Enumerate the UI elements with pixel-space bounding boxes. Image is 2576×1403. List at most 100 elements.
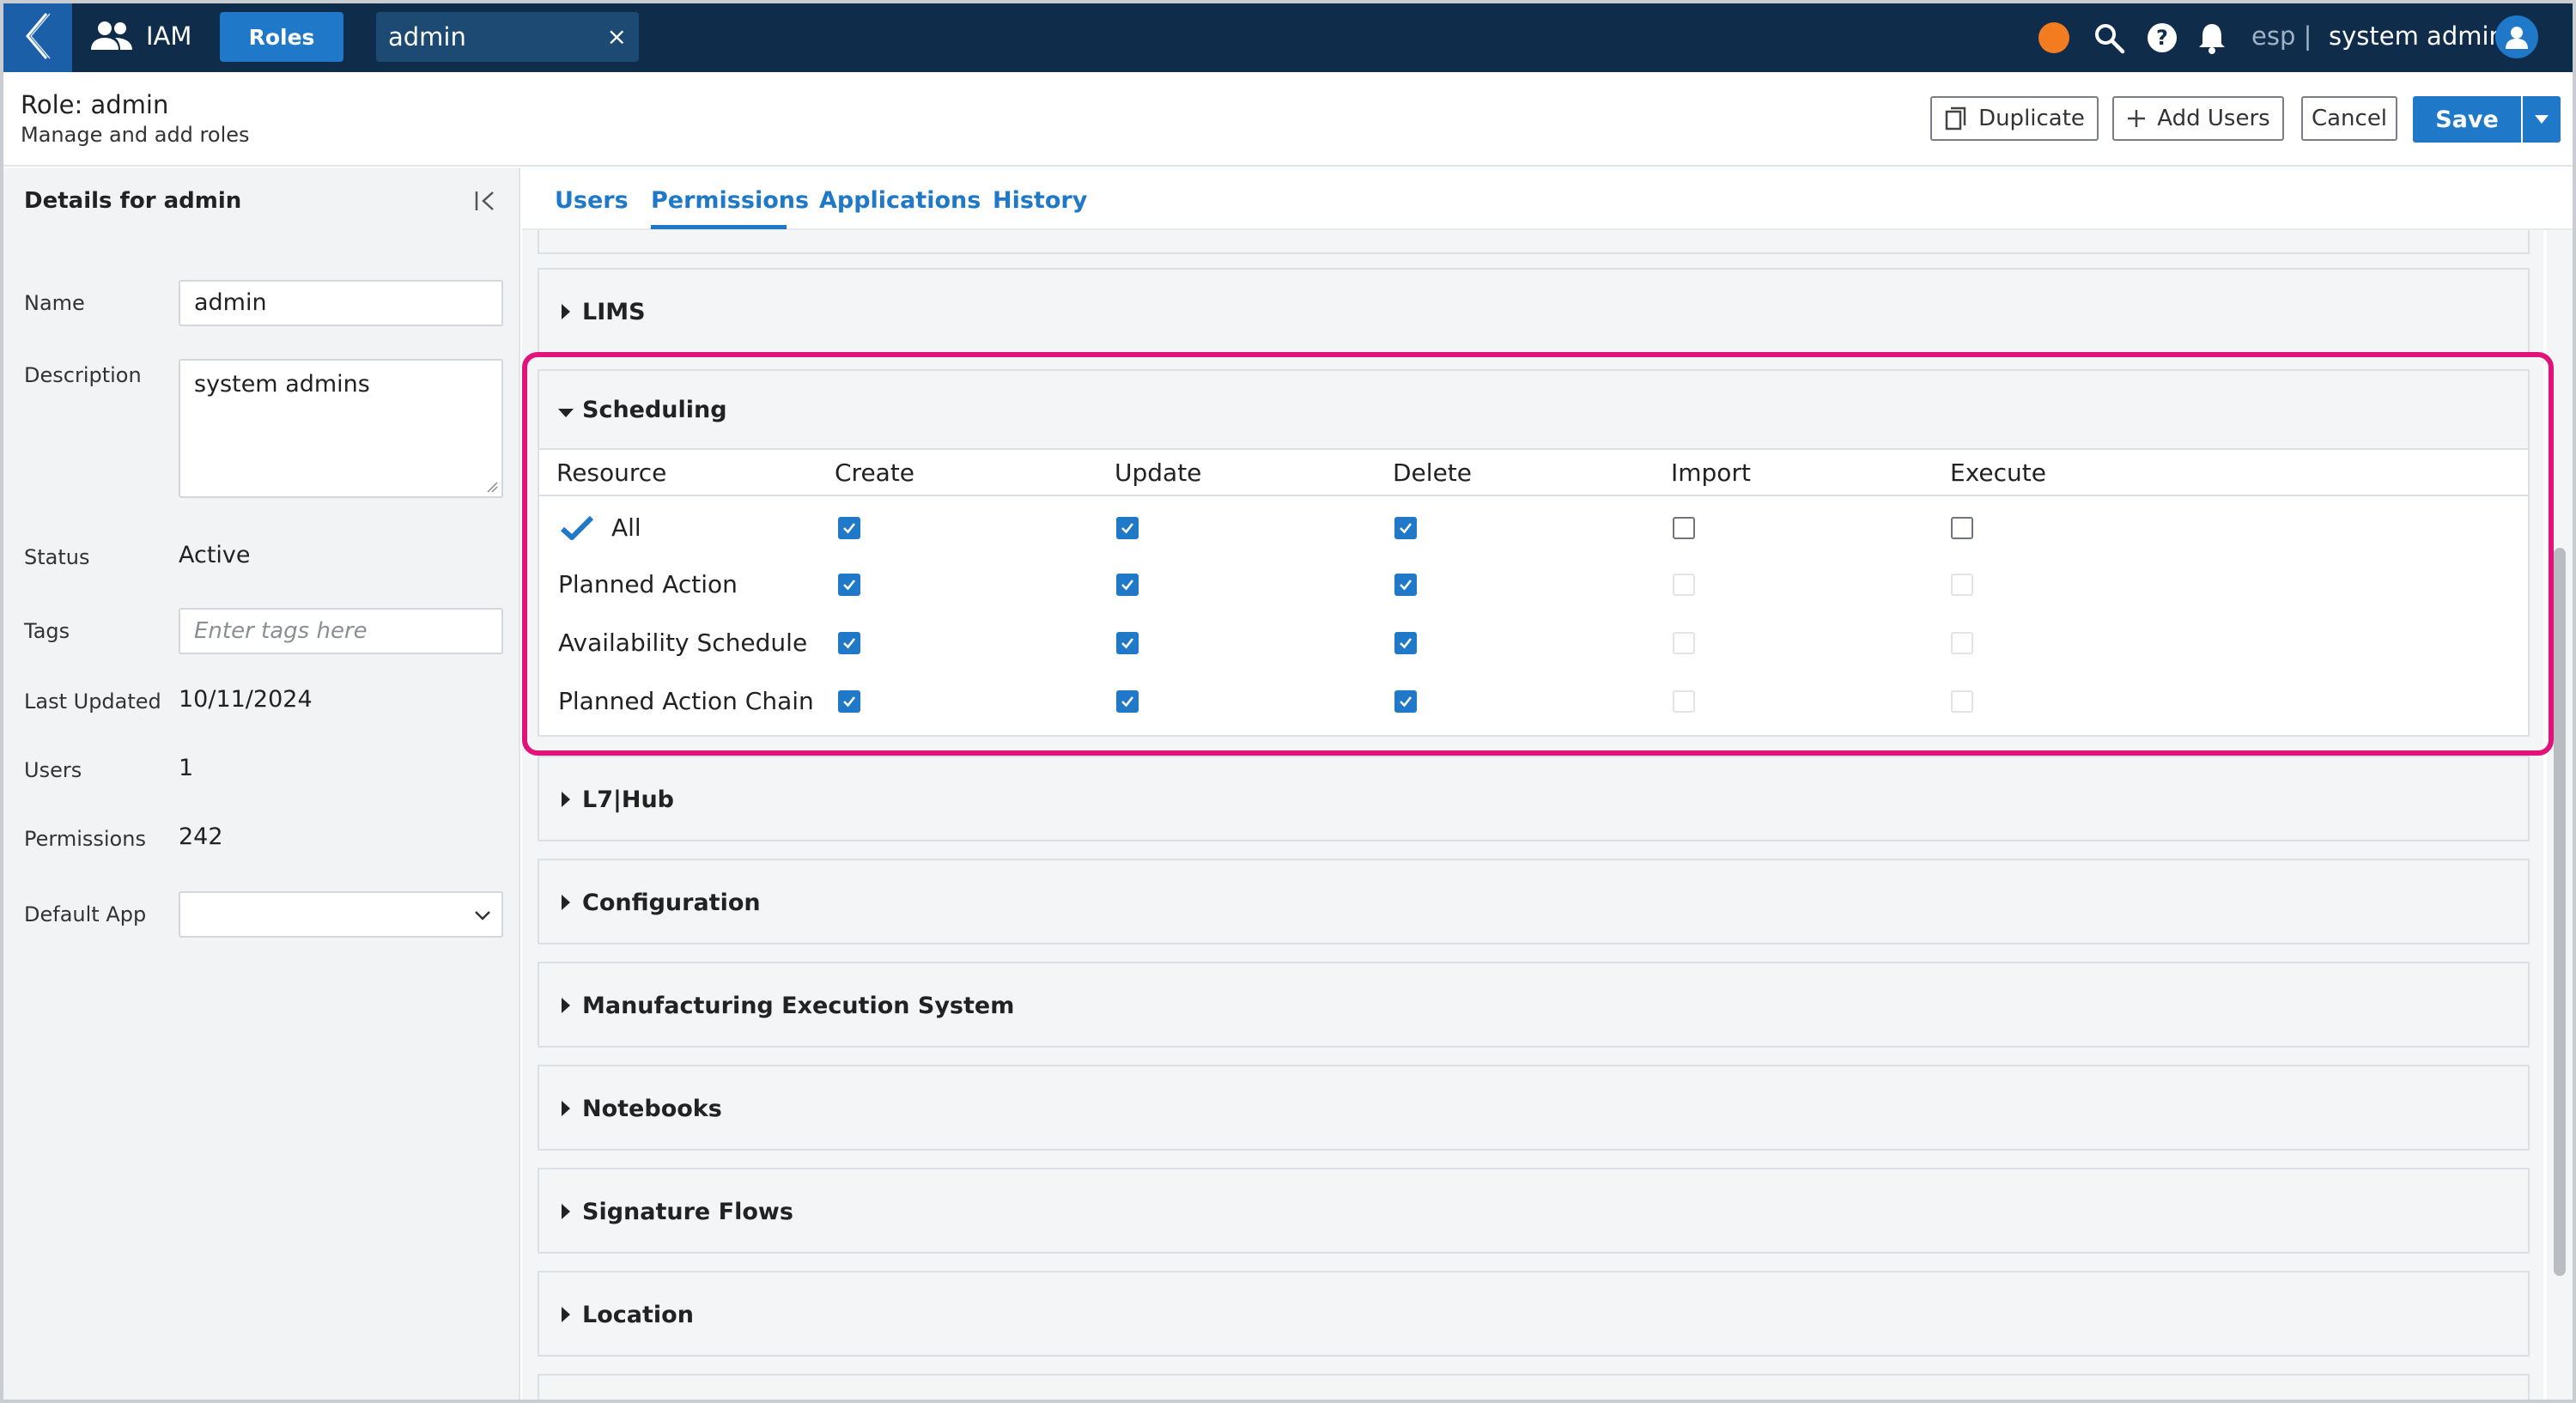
column-header-import: Import xyxy=(1671,459,1751,487)
top-bar: IAM Roles admin × ? esp | system admin xyxy=(0,0,2576,72)
back-button[interactable] xyxy=(3,0,72,72)
checkbox-create[interactable] xyxy=(838,632,860,654)
details-title: Details for admin xyxy=(24,188,242,214)
checkbox-import[interactable] xyxy=(1673,517,1695,539)
checkbox-execute xyxy=(1951,574,1973,596)
section-location[interactable]: Location xyxy=(538,1271,2530,1357)
permissions-content: LIMS Scheduling Resource Create Update D… xyxy=(522,230,2543,1400)
add-users-label: Add Users xyxy=(2157,106,2270,131)
active-tab-indicator xyxy=(651,225,787,229)
scheduling-header[interactable]: Scheduling xyxy=(539,371,2528,450)
checkbox-update[interactable] xyxy=(1116,632,1139,654)
environment-label: esp | xyxy=(2251,21,2312,51)
checkbox-import xyxy=(1673,690,1695,713)
tab-bar: Users Permissions Applications History xyxy=(522,168,2574,230)
name-label: Name xyxy=(24,291,85,315)
tab-users[interactable]: Users xyxy=(555,184,629,218)
section-title: Notebooks xyxy=(582,1096,722,1122)
page-subtitle: Manage and add roles xyxy=(21,123,250,147)
checkbox-delete[interactable] xyxy=(1394,574,1417,596)
chevron-left-icon xyxy=(26,13,51,59)
column-header-delete: Delete xyxy=(1393,459,1472,487)
section-title: Configuration xyxy=(582,890,761,916)
status-label: Status xyxy=(24,545,90,569)
section-l7hub[interactable]: L7|Hub xyxy=(538,756,2530,841)
name-field[interactable]: admin xyxy=(179,280,503,326)
row-label-availability-schedule: Availability Schedule xyxy=(558,629,808,657)
duplicate-label: Duplicate xyxy=(1978,106,2085,131)
checkbox-create[interactable] xyxy=(838,574,860,596)
tab-history[interactable]: History xyxy=(993,184,1087,218)
content-scrollbar[interactable] xyxy=(2547,230,2573,1400)
section-configuration[interactable]: Configuration xyxy=(538,859,2530,944)
plus-icon xyxy=(2128,110,2146,127)
checkbox-update[interactable] xyxy=(1116,690,1139,713)
bell-icon[interactable] xyxy=(2195,21,2229,55)
users-value: 1 xyxy=(179,755,194,781)
help-icon[interactable]: ? xyxy=(2145,21,2179,55)
section-title: L7|Hub xyxy=(582,787,674,813)
default-app-label: Default App xyxy=(24,902,147,926)
details-panel: Details for admin Name admin Description… xyxy=(3,168,520,1400)
role-name: admin xyxy=(90,90,169,119)
tab-applications[interactable]: Applications xyxy=(819,184,981,218)
checkbox-execute xyxy=(1951,690,1973,713)
caret-right-icon xyxy=(562,1204,570,1219)
section-title: LIMS xyxy=(582,299,646,325)
checkbox-update[interactable] xyxy=(1116,574,1139,596)
section-title: Manufacturing Execution System xyxy=(582,993,1015,1019)
row-label-all: All xyxy=(611,513,641,542)
section-next[interactable] xyxy=(538,1374,2530,1400)
checkbox-execute[interactable] xyxy=(1951,517,1973,539)
caret-right-icon xyxy=(562,998,570,1013)
checkbox-import xyxy=(1673,632,1695,654)
caret-right-icon xyxy=(562,792,570,807)
save-options-button[interactable] xyxy=(2523,96,2561,143)
close-icon[interactable]: × xyxy=(607,22,627,52)
duplicate-button[interactable]: Duplicate xyxy=(1930,96,2099,141)
section-title: Signature Flows xyxy=(582,1199,793,1225)
caret-down-icon xyxy=(2535,115,2549,124)
caret-right-icon xyxy=(562,895,570,910)
tags-input[interactable]: Enter tags here xyxy=(179,608,503,654)
default-app-select[interactable] xyxy=(179,891,503,938)
section-previous[interactable] xyxy=(538,230,2530,254)
section-notebooks[interactable]: Notebooks xyxy=(538,1065,2530,1151)
section-lims[interactable]: LIMS xyxy=(538,268,2530,354)
app-name[interactable]: IAM xyxy=(146,19,191,53)
checkbox-delete[interactable] xyxy=(1394,517,1417,539)
last-updated-label: Last Updated xyxy=(24,689,161,714)
avatar[interactable] xyxy=(2495,15,2538,58)
permissions-label: Permissions xyxy=(24,827,146,851)
tab-permissions[interactable]: Permissions xyxy=(651,184,809,218)
checkmark-icon xyxy=(560,515,594,540)
status-value: Active xyxy=(179,542,251,568)
row-label-planned-action-chain: Planned Action Chain xyxy=(558,687,814,715)
checkbox-create[interactable] xyxy=(838,517,860,539)
description-value: system admins xyxy=(194,371,370,398)
section-signature-flows[interactable]: Signature Flows xyxy=(538,1168,2530,1254)
cancel-button[interactable]: Cancel xyxy=(2301,96,2397,141)
checkbox-update[interactable] xyxy=(1116,517,1139,539)
user-icon xyxy=(2506,27,2528,49)
collapse-panel-icon[interactable] xyxy=(472,187,500,215)
add-users-button[interactable]: Add Users xyxy=(2112,96,2284,141)
resize-grip-icon[interactable] xyxy=(486,481,498,493)
caret-down-icon xyxy=(558,409,574,417)
caret-right-icon xyxy=(562,1101,570,1116)
description-field[interactable]: system admins xyxy=(179,359,503,498)
breadcrumb-roles[interactable]: Roles xyxy=(220,12,343,62)
user-name[interactable]: system admin xyxy=(2329,19,2505,53)
checkbox-create[interactable] xyxy=(838,690,860,713)
section-mes[interactable]: Manufacturing Execution System xyxy=(538,962,2530,1048)
checkbox-delete[interactable] xyxy=(1394,632,1417,654)
save-button[interactable]: Save xyxy=(2413,96,2521,143)
status-indicator[interactable] xyxy=(2038,22,2069,53)
description-label: Description xyxy=(24,363,142,387)
checkbox-delete[interactable] xyxy=(1394,690,1417,713)
scrollbar-thumb[interactable] xyxy=(2554,548,2566,1276)
breadcrumb-admin-label: admin xyxy=(388,22,466,52)
search-icon[interactable] xyxy=(2092,21,2126,55)
last-updated-value: 10/11/2024 xyxy=(179,686,313,713)
breadcrumb-admin[interactable]: admin × xyxy=(376,12,639,62)
